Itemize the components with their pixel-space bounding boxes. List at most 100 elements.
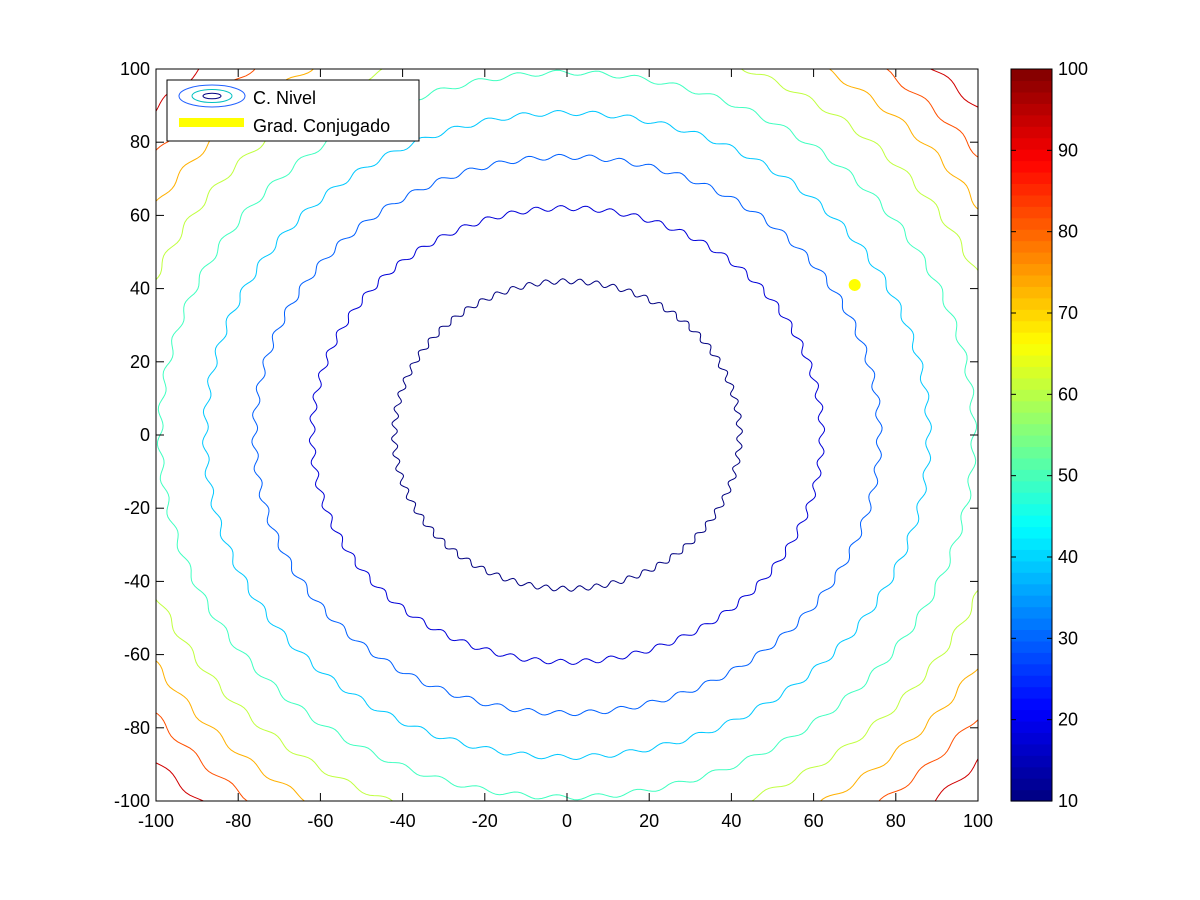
colorbar-band [1011, 400, 1052, 413]
colorbar-band [1011, 492, 1052, 505]
x-tick-label: 20 [639, 811, 659, 831]
colorbar-band [1011, 606, 1052, 619]
colorbar-band [1011, 663, 1052, 676]
colorbar-band [1011, 354, 1052, 367]
colorbar: 10 20 30 40 50 60 70 80 90 100 [1010, 59, 1088, 811]
colorbar-tick-label: 10 [1058, 791, 1078, 811]
colorbar-band [1011, 274, 1052, 287]
colorbar-gradient [1011, 69, 1052, 802]
colorbar-band [1011, 332, 1052, 345]
colorbar-band [1011, 183, 1052, 196]
colorbar-band [1011, 595, 1052, 608]
colorbar-band [1011, 720, 1052, 733]
y-tick-label: -20 [124, 498, 150, 518]
colorbar-band [1011, 755, 1052, 768]
colorbar-band [1011, 583, 1052, 596]
colorbar-band [1011, 778, 1052, 791]
colorbar-band [1011, 732, 1052, 745]
colorbar-band [1011, 103, 1052, 116]
colorbar-band [1011, 343, 1052, 356]
colorbar-band [1011, 80, 1052, 93]
colorbar-band [1011, 503, 1052, 516]
colorbar-band [1011, 515, 1052, 528]
series-layer [848, 278, 861, 291]
colorbar-band [1011, 171, 1052, 184]
legend-label-c-nivel: C. Nivel [253, 88, 316, 108]
colorbar-tick-label: 30 [1058, 628, 1078, 648]
x-tick-label: 60 [804, 811, 824, 831]
x-tick-label: 0 [562, 811, 572, 831]
legend-label-grad-conjugado: Grad. Conjugado [253, 116, 390, 136]
x-tick-label: -20 [472, 811, 498, 831]
colorbar-band [1011, 618, 1052, 631]
colorbar-band [1011, 320, 1052, 333]
colorbar-tick-label: 20 [1058, 710, 1078, 730]
colorbar-band [1011, 389, 1052, 402]
y-tick-label: 20 [130, 352, 150, 372]
colorbar-band [1011, 446, 1052, 459]
colorbar-band [1011, 309, 1052, 322]
y-tick-label: -80 [124, 718, 150, 738]
colorbar-band [1011, 640, 1052, 653]
colorbar-band [1011, 686, 1052, 699]
y-tick-label: -100 [114, 791, 150, 811]
colorbar-band [1011, 652, 1052, 665]
x-tick-label: 100 [963, 811, 993, 831]
legend-grad-conjugado-swatch [179, 118, 244, 127]
colorbar-band [1011, 263, 1052, 276]
colorbar-band [1011, 457, 1052, 470]
colorbar-band [1011, 423, 1052, 436]
colorbar-band [1011, 766, 1052, 779]
colorbar-band [1011, 217, 1052, 230]
x-tick-label: -80 [225, 811, 251, 831]
colorbar-tick-label: 60 [1058, 384, 1078, 404]
colorbar-band [1011, 91, 1052, 104]
colorbar-band [1011, 149, 1052, 162]
colorbar-band [1011, 252, 1052, 265]
colorbar-band [1011, 549, 1052, 562]
legend: C. Nivel Grad. Conjugado [166, 79, 420, 142]
grad-conjugado-point [848, 278, 861, 291]
colorbar-band [1011, 297, 1052, 310]
colorbar-band [1011, 114, 1052, 127]
colorbar-band [1011, 698, 1052, 711]
colorbar-band [1011, 126, 1052, 139]
colorbar-band [1011, 480, 1052, 493]
colorbar-band [1011, 69, 1052, 82]
x-tick-label: -40 [390, 811, 416, 831]
colorbar-band [1011, 286, 1052, 299]
colorbar-band [1011, 560, 1052, 573]
contour-figure: -100 -80 -60 -40 -20 0 20 40 60 80 100-100-80-60-4… [114, 59, 1088, 831]
colorbar-band [1011, 137, 1052, 150]
colorbar-tick-label: 50 [1058, 466, 1078, 486]
y-tick-label: -40 [124, 571, 150, 591]
colorbar-tick-label: 40 [1058, 547, 1078, 567]
x-tick-label: -100 [138, 811, 174, 831]
y-tick-label: 100 [120, 59, 150, 79]
colorbar-band [1011, 709, 1052, 722]
y-tick-label: 40 [130, 279, 150, 299]
x-tick-label: 80 [886, 811, 906, 831]
colorbar-band [1011, 366, 1052, 379]
colorbar-band [1011, 743, 1052, 756]
colorbar-tick-label: 70 [1058, 303, 1078, 323]
colorbar-band [1011, 789, 1052, 802]
colorbar-band [1011, 240, 1052, 253]
colorbar-tick-label: 100 [1058, 59, 1088, 79]
y-tick-label: -60 [124, 645, 150, 665]
colorbar-band [1011, 206, 1052, 219]
colorbar-band [1011, 229, 1052, 242]
colorbar-band [1011, 572, 1052, 585]
colorbar-band [1011, 537, 1052, 550]
x-tick-label: -60 [307, 811, 333, 831]
colorbar-band [1011, 526, 1052, 539]
y-tick-label: 60 [130, 205, 150, 225]
colorbar-band [1011, 675, 1052, 688]
colorbar-band [1011, 160, 1052, 173]
colorbar-tick-label: 80 [1058, 222, 1078, 242]
y-tick-label: 0 [140, 425, 150, 445]
colorbar-band [1011, 377, 1052, 390]
y-tick-label: 80 [130, 132, 150, 152]
colorbar-band [1011, 469, 1052, 482]
colorbar-tick-label: 90 [1058, 140, 1078, 160]
